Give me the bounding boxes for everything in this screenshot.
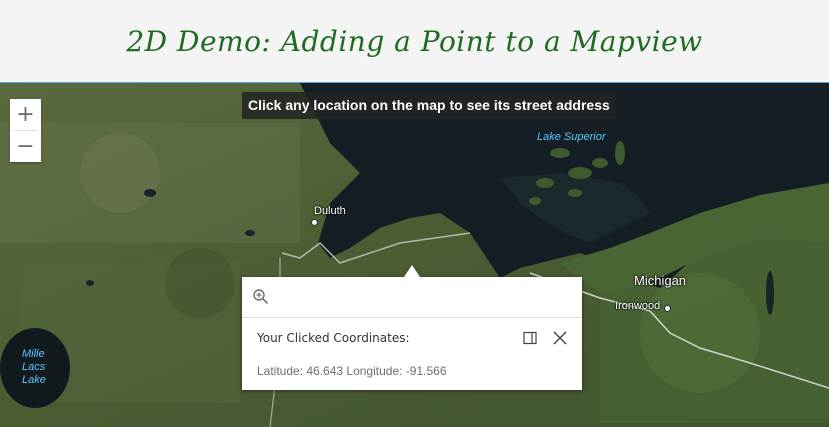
label-mille-lacs-line1: Mille bbox=[22, 348, 45, 360]
label-ironwood: Ironwood bbox=[615, 300, 661, 312]
coordinates-popup: Your Clicked Coordinates: Latitude: 46.6… bbox=[242, 265, 582, 390]
popup-pointer bbox=[404, 265, 420, 277]
zoom-in-button[interactable]: + bbox=[10, 99, 41, 130]
dock-icon[interactable] bbox=[523, 331, 537, 345]
label-michigan: Michigan bbox=[634, 273, 687, 288]
close-icon[interactable] bbox=[552, 330, 568, 346]
city-marker-ironwood bbox=[664, 305, 671, 312]
zoom-control: + − bbox=[10, 99, 41, 162]
label-duluth: Duluth bbox=[314, 205, 346, 217]
page-title: 2D Demo: Adding a Point to a Mapview bbox=[126, 24, 703, 58]
popup-title: Your Clicked Coordinates: bbox=[257, 331, 410, 345]
popup-coordinates: Latitude: 46.643 Longitude: -91.566 bbox=[257, 364, 447, 378]
label-mille-lacs-line3: Lake bbox=[22, 374, 46, 386]
map-instruction-banner: Click any location on the map to see its… bbox=[242, 92, 616, 119]
page-header: 2D Demo: Adding a Point to a Mapview bbox=[0, 0, 829, 82]
city-marker-duluth bbox=[311, 219, 318, 226]
map-view[interactable]: + − Click any location on the map to see… bbox=[0, 82, 829, 427]
zoom-to-icon[interactable] bbox=[252, 288, 270, 306]
popup-toolbar bbox=[242, 277, 582, 318]
label-mille-lacs-line2: Lacs bbox=[22, 361, 46, 373]
zoom-out-button[interactable]: − bbox=[10, 131, 41, 162]
label-lake-superior: Lake Superior bbox=[537, 131, 606, 143]
